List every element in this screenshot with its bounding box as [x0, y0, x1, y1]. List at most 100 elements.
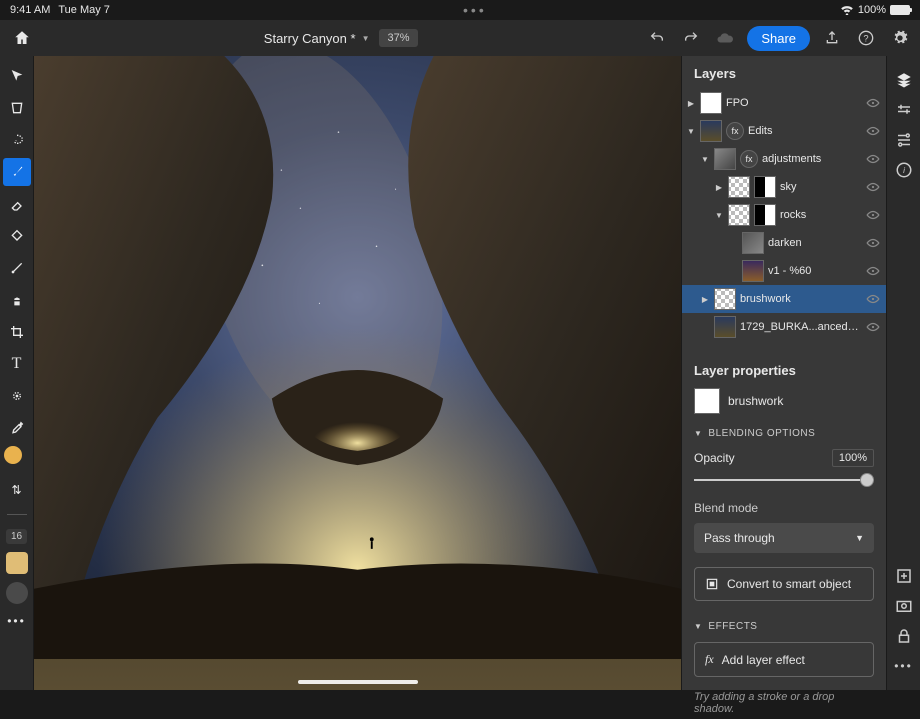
layer-row[interactable]: darken: [682, 229, 886, 257]
swap-colors-tool[interactable]: ⇅: [3, 476, 31, 504]
status-right: 100%: [840, 4, 910, 16]
multitasking-dots[interactable]: •••: [110, 2, 840, 18]
settings-button[interactable]: [888, 26, 912, 50]
visibility-toggle[interactable]: [866, 238, 880, 248]
redo-icon: [683, 30, 699, 46]
opacity-value[interactable]: 100%: [832, 449, 874, 467]
more-tools-button[interactable]: •••: [7, 614, 26, 628]
adjustments-button[interactable]: [894, 100, 914, 120]
document-title[interactable]: Starry Canyon * ▼: [264, 31, 370, 46]
layer-row[interactable]: ▼rocks: [682, 201, 886, 229]
transform-tool[interactable]: [3, 94, 31, 122]
visibility-toggle[interactable]: [866, 154, 880, 164]
fill-tool[interactable]: [3, 222, 31, 250]
layer-name: 1729_BURKA...anced-NR33: [740, 321, 862, 333]
layer-row[interactable]: 1729_BURKA...anced-NR33: [682, 313, 886, 341]
chevron-down-icon: ▼: [694, 429, 702, 438]
eyedropper-tool[interactable]: [3, 414, 31, 442]
type-tool[interactable]: T: [3, 350, 31, 378]
layer-row[interactable]: ▶FPO: [682, 89, 886, 117]
layer-thumbnail: [714, 316, 736, 338]
layer-row[interactable]: ▼ fx adjustments: [682, 145, 886, 173]
wifi-icon: [840, 5, 854, 15]
foreground-color-swatch[interactable]: [4, 446, 22, 464]
home-indicator[interactable]: [298, 680, 418, 684]
layer-list: ▶FPO▼fxEdits▼fxadjustments▶sky▼rocksdark…: [682, 89, 886, 341]
canvas[interactable]: [34, 56, 681, 690]
crop-tool[interactable]: [3, 318, 31, 346]
effects-hint: Try adding a stroke or a drop shadow.: [682, 687, 886, 719]
visibility-toggle[interactable]: [866, 294, 880, 304]
layer-thumbnail: [728, 176, 750, 198]
disclosure-triangle[interactable]: ▶: [700, 295, 710, 304]
disclosure-triangle[interactable]: ▶: [686, 99, 696, 108]
add-photo-button[interactable]: [894, 596, 914, 616]
layer-row[interactable]: v1 - %60: [682, 257, 886, 285]
help-button[interactable]: ?: [854, 26, 878, 50]
selected-layer-row: brushwork: [682, 384, 886, 418]
convert-smart-object-button[interactable]: Convert to smart object: [694, 567, 874, 601]
layer-row[interactable]: ▶sky: [682, 173, 886, 201]
comments-button[interactable]: i: [894, 160, 914, 180]
color-swatch-pair[interactable]: [4, 446, 30, 472]
color-chip-2[interactable]: [6, 582, 28, 604]
layer-name: darken: [768, 237, 862, 249]
right-panel: Layers ▶FPO▼fxEdits▼fxadjustments▶sky▼ro…: [681, 56, 886, 690]
lock-button[interactable]: [894, 626, 914, 646]
cloud-sync-button[interactable]: [713, 26, 737, 50]
eraser-tool[interactable]: [3, 190, 31, 218]
layer-thumbnail: [714, 148, 736, 170]
share-button[interactable]: Share: [747, 26, 810, 51]
layer-name: v1 - %60: [768, 265, 862, 277]
move-tool[interactable]: [3, 62, 31, 90]
blend-mode-value: Pass through: [704, 531, 775, 545]
filters-button[interactable]: [894, 130, 914, 150]
layer-row[interactable]: ▶brushwork: [682, 285, 886, 313]
visibility-toggle[interactable]: [866, 98, 880, 108]
disclosure-triangle[interactable]: ▼: [700, 155, 710, 164]
layer-name: adjustments: [762, 153, 862, 165]
spot-heal-tool[interactable]: [3, 382, 31, 410]
disclosure-triangle[interactable]: ▶: [714, 183, 724, 192]
add-layer-button[interactable]: [894, 566, 914, 586]
blend-mode-dropdown[interactable]: Pass through ▼: [694, 523, 874, 553]
zoom-level[interactable]: 37%: [379, 29, 417, 47]
blend-mode-label: Blend mode: [682, 491, 886, 519]
visibility-toggle[interactable]: [866, 322, 880, 332]
layer-thumbnail: [700, 120, 722, 142]
more-button[interactable]: •••: [894, 656, 914, 676]
disclosure-triangle[interactable]: ▼: [714, 211, 724, 220]
visibility-toggle[interactable]: [866, 210, 880, 220]
chevron-down-icon: ▼: [362, 34, 370, 43]
battery-icon: [890, 5, 910, 15]
export-button[interactable]: [820, 26, 844, 50]
smart-object-icon: [705, 577, 719, 591]
status-bar: 9:41 AM Tue May 7 ••• 100%: [0, 0, 920, 20]
layers-toggle-button[interactable]: [894, 70, 914, 90]
redo-button[interactable]: [679, 26, 703, 50]
fx-icon: fx: [705, 652, 714, 667]
visibility-toggle[interactable]: [866, 182, 880, 192]
effects-header[interactable]: ▼ EFFECTS: [682, 611, 886, 638]
home-button[interactable]: [8, 24, 36, 52]
layer-thumbnail: [742, 260, 764, 282]
chevron-down-icon: ▼: [694, 622, 702, 631]
undo-button[interactable]: [645, 26, 669, 50]
visibility-toggle[interactable]: [866, 266, 880, 276]
add-layer-effect-button[interactable]: fx Add layer effect: [694, 642, 874, 677]
svg-text:?: ?: [863, 33, 868, 43]
slider-thumb[interactable]: [860, 473, 874, 487]
clone-stamp-tool[interactable]: [3, 286, 31, 314]
layer-thumbnail: fx: [740, 150, 758, 168]
status-date: Tue May 7: [58, 4, 110, 16]
brush-size-badge[interactable]: 16: [6, 529, 27, 544]
layer-row[interactable]: ▼fxEdits: [682, 117, 886, 145]
lasso-tool[interactable]: [3, 126, 31, 154]
color-chip-1[interactable]: [6, 552, 28, 574]
disclosure-triangle[interactable]: ▼: [686, 127, 696, 136]
opacity-slider[interactable]: [694, 473, 874, 487]
blending-options-header[interactable]: ▼ BLENDING OPTIONS: [682, 418, 886, 445]
brush-tool[interactable]: [3, 158, 31, 186]
gradient-tool[interactable]: [3, 254, 31, 282]
visibility-toggle[interactable]: [866, 126, 880, 136]
